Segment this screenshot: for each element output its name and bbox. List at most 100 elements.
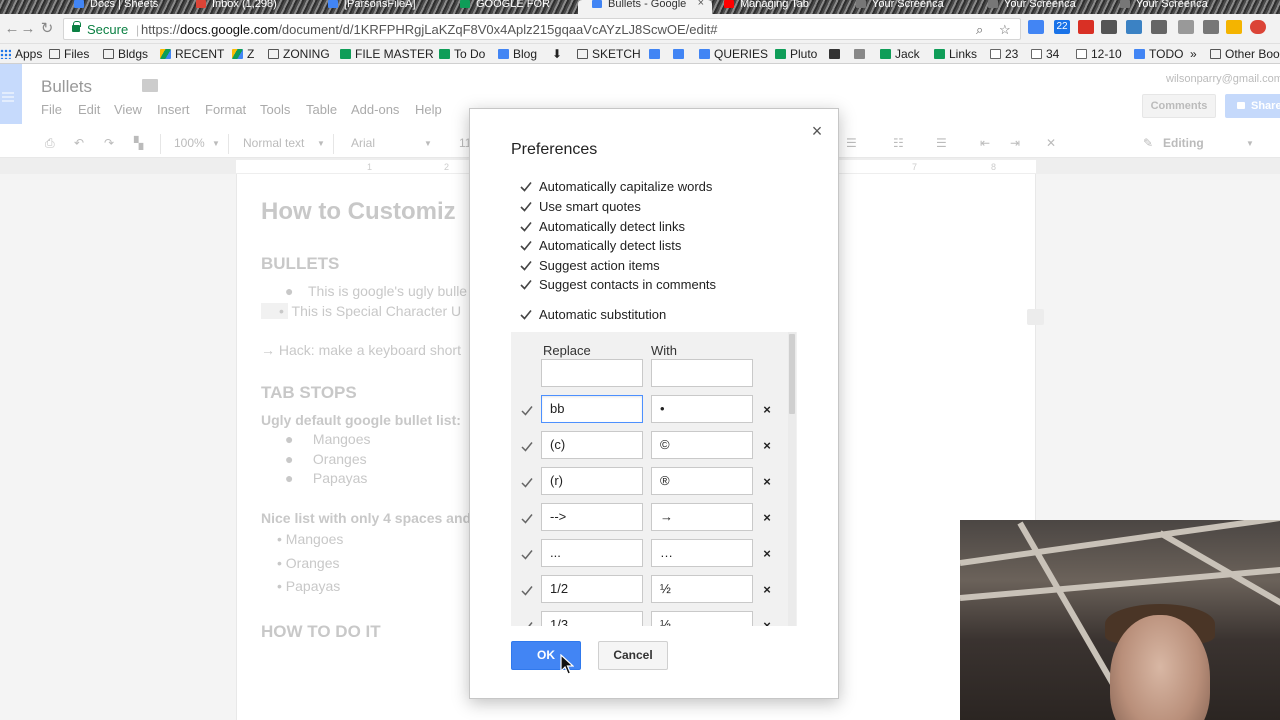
bookmark-sheet[interactable]: Links — [934, 46, 977, 62]
remove-substitution-icon[interactable]: × — [761, 619, 773, 626]
suggest-contacts-checkbox[interactable] — [519, 278, 533, 292]
auto-substitution-checkbox[interactable] — [519, 308, 533, 322]
remove-substitution-icon[interactable]: × — [761, 475, 773, 488]
extension-icon[interactable] — [1178, 20, 1194, 34]
with-input[interactable]: ½ — [651, 575, 753, 603]
replace-input[interactable]: ... — [541, 539, 643, 567]
bookmark-file[interactable]: 23 — [990, 46, 1018, 62]
share-button[interactable]: Share — [1225, 94, 1280, 118]
browser-tab-active[interactable]: Bullets - Google × — [578, 0, 712, 14]
print-icon[interactable]: ⎙ — [45, 136, 55, 151]
close-tab-icon[interactable]: × — [698, 0, 704, 9]
style-select[interactable]: Normal text — [243, 136, 304, 150]
add-comment-icon[interactable] — [1027, 309, 1044, 325]
menu-format[interactable]: Format — [205, 102, 246, 117]
bookmark-folder[interactable]: SKETCH — [577, 46, 641, 62]
remove-substitution-icon[interactable]: × — [761, 403, 773, 416]
substitution-checkbox[interactable] — [520, 512, 534, 526]
forward-icon[interactable]: → — [18, 19, 38, 39]
bookmark-sheet[interactable]: FILE MASTER — [340, 46, 434, 62]
browser-tab[interactable]: Your Screenca — [1106, 0, 1246, 14]
increase-indent-icon[interactable]: ⇥ — [1010, 136, 1020, 150]
remove-substitution-icon[interactable]: × — [761, 547, 773, 560]
with-input[interactable]: © — [651, 431, 753, 459]
extension-icon[interactable] — [1226, 20, 1242, 34]
bookmark-apps[interactable]: Apps — [0, 46, 42, 62]
replace-input[interactable]: 1/2 — [541, 575, 643, 603]
bookmark-doc[interactable]: QUERIES — [699, 46, 768, 62]
bookmark-folder[interactable]: ZONING — [268, 46, 330, 62]
bookmark-drive[interactable]: RECENT — [160, 46, 224, 62]
action-items-checkbox[interactable] — [519, 259, 533, 273]
new-with-input[interactable] — [651, 359, 753, 387]
bookmark-star-icon[interactable]: ☆ — [999, 22, 1011, 38]
line-spacing-icon[interactable]: ☰ — [846, 136, 857, 150]
smart-quotes-checkbox[interactable] — [519, 200, 533, 214]
detect-links-checkbox[interactable] — [519, 220, 533, 234]
replace-input[interactable]: (c) — [541, 431, 643, 459]
clear-formatting-icon[interactable]: ✕ — [1046, 136, 1056, 150]
bookmark-sheet[interactable]: Jack — [880, 46, 920, 62]
account-email[interactable]: wilsonparry@gmail.com — [1166, 73, 1280, 85]
extension-icon[interactable] — [1203, 20, 1219, 34]
browser-tab[interactable]: Inbox (1,298) — [182, 0, 322, 14]
undo-icon[interactable]: ↶ — [74, 136, 84, 150]
substitution-checkbox[interactable] — [520, 404, 534, 418]
replace-input[interactable]: (r) — [541, 467, 643, 495]
with-input[interactable]: → — [651, 503, 753, 531]
bookmark-doc[interactable]: TODO — [1134, 46, 1183, 62]
folder-icon[interactable] — [142, 79, 158, 92]
substitution-table[interactable]: Replace With bb • × (c) © × (r) ® × --> … — [511, 332, 797, 626]
extension-icon[interactable] — [1028, 20, 1044, 34]
bookmark-folder[interactable]: Bldgs — [103, 46, 148, 62]
menu-table[interactable]: Table — [306, 102, 337, 117]
browser-tab[interactable]: [ParsonsFileA] — [314, 0, 454, 14]
replace-input[interactable]: 1/3 — [541, 611, 643, 626]
bookmark-sheet[interactable]: To Do — [439, 46, 485, 62]
bookmark-file[interactable]: 34 — [1031, 46, 1059, 62]
bookmark-drive[interactable]: Z — [232, 46, 254, 62]
extension-icon[interactable] — [1078, 20, 1094, 34]
bookmark-doc[interactable]: Blog — [498, 46, 537, 62]
substitution-checkbox[interactable] — [520, 620, 534, 626]
scrollbar-thumb[interactable] — [789, 334, 795, 414]
decrease-indent-icon[interactable]: ⇤ — [980, 136, 990, 150]
with-input[interactable]: ⅓ — [651, 611, 753, 626]
cancel-button[interactable]: Cancel — [598, 641, 668, 670]
bookmark-file[interactable]: 12-10 — [1076, 46, 1122, 62]
reload-icon[interactable]: ↻ — [37, 19, 57, 39]
bookmark-folder[interactable]: Files — [49, 46, 89, 62]
bookmarks-overflow[interactable]: » — [1178, 46, 1197, 62]
browser-tab[interactable]: Your Screenca — [974, 0, 1114, 14]
address-bar[interactable]: Secure | https://docs.google.com/documen… — [63, 18, 1021, 40]
browser-tab[interactable]: GOOGLE FOR — [446, 0, 586, 14]
substitution-scrollbar[interactable] — [788, 332, 796, 626]
detect-lists-checkbox[interactable] — [519, 239, 533, 253]
with-input[interactable]: • — [651, 395, 753, 423]
replace-input[interactable]: bb — [541, 395, 643, 423]
docs-home-icon[interactable] — [0, 64, 22, 124]
remove-substitution-icon[interactable]: × — [761, 439, 773, 452]
comments-button[interactable]: Comments — [1142, 94, 1216, 118]
document-title[interactable]: Bullets — [41, 77, 92, 97]
close-icon[interactable]: × — [809, 122, 825, 140]
menu-insert[interactable]: Insert — [157, 102, 190, 117]
calendar-extension-icon[interactable]: 22 — [1054, 20, 1070, 34]
substitution-checkbox[interactable] — [520, 476, 534, 490]
bookmark-folder[interactable]: Other Boo — [1210, 46, 1280, 62]
extension-icon[interactable] — [1126, 20, 1142, 34]
menu-help[interactable]: Help — [415, 102, 442, 117]
pocket-icon[interactable] — [1151, 20, 1167, 34]
font-select[interactable]: Arial — [351, 136, 375, 150]
editing-mode-select[interactable]: Editing — [1163, 136, 1204, 150]
menu-addons[interactable]: Add-ons — [351, 102, 399, 117]
replace-input[interactable]: --> — [541, 503, 643, 531]
substitution-checkbox[interactable] — [520, 584, 534, 598]
with-input[interactable]: … — [651, 539, 753, 567]
extension-icon[interactable] — [1250, 20, 1266, 34]
bookmark-sheet[interactable]: Pluto — [775, 46, 817, 62]
browser-tab[interactable]: Docs | Sheets — [60, 0, 200, 14]
bulleted-list-icon[interactable]: ☰ — [936, 136, 947, 150]
zoom-icon[interactable]: ⌕ — [976, 22, 983, 38]
menu-tools[interactable]: Tools — [260, 102, 290, 117]
